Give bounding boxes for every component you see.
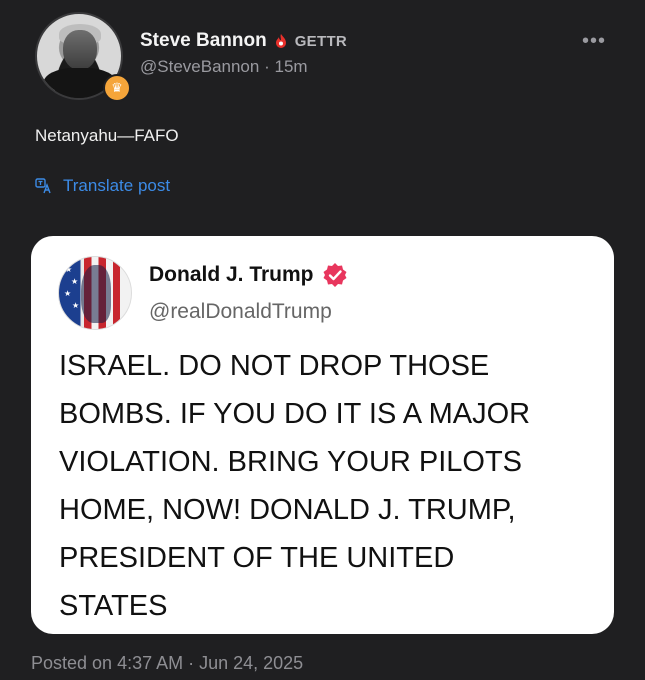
platform-label: GETTR <box>294 32 348 50</box>
author-handle-row: @SteveBannon · 15m <box>140 57 308 77</box>
more-options-button[interactable]: ••• <box>582 30 606 53</box>
avatar-star: ★ <box>65 265 73 274</box>
avatar-profile <box>81 265 111 323</box>
posted-timestamp: Posted on 4:37 AM · Jun 24, 2025 <box>31 653 304 673</box>
avatar-star: ★ <box>72 301 80 310</box>
post-text: Netanyahu—FAFO <box>35 126 179 145</box>
separator: · <box>264 57 270 76</box>
crown-icon: ♛ <box>103 74 131 102</box>
verified-badge-icon <box>323 263 347 287</box>
author-avatar-container[interactable]: ♛ <box>35 12 131 102</box>
translate-icon <box>35 178 51 194</box>
translate-button[interactable]: Translate post <box>35 176 170 196</box>
gettr-flame-icon <box>275 34 286 48</box>
quoted-post-card[interactable]: ★ ★ ★ ★ Donald J. Trump @realDonaldTrump… <box>31 236 614 634</box>
quoted-display-name[interactable]: Donald J. Trump <box>149 263 314 287</box>
translate-label: Translate post <box>63 176 171 195</box>
quoted-avatar[interactable]: ★ ★ ★ ★ <box>58 256 132 330</box>
author-display-name[interactable]: Steve Bannon <box>140 30 267 52</box>
time-ago: 15m <box>274 57 308 76</box>
quoted-post-text: ISRAEL. DO NOT DROP THOSE BOMBS. IF YOU … <box>59 350 531 622</box>
author-name-row: Steve Bannon GETTR <box>140 30 347 52</box>
avatar-star: ★ <box>71 277 79 286</box>
quoted-handle[interactable]: @realDonaldTrump <box>149 300 332 324</box>
avatar-face <box>63 30 97 70</box>
more-horizontal-icon: ••• <box>582 30 607 52</box>
post: ♛ Steve Bannon GETTR @SteveBannon · 15m … <box>0 0 645 680</box>
author-handle[interactable]: @SteveBannon <box>140 57 259 76</box>
avatar-star: ★ <box>64 289 72 298</box>
quoted-name-row: Donald J. Trump <box>149 262 348 288</box>
